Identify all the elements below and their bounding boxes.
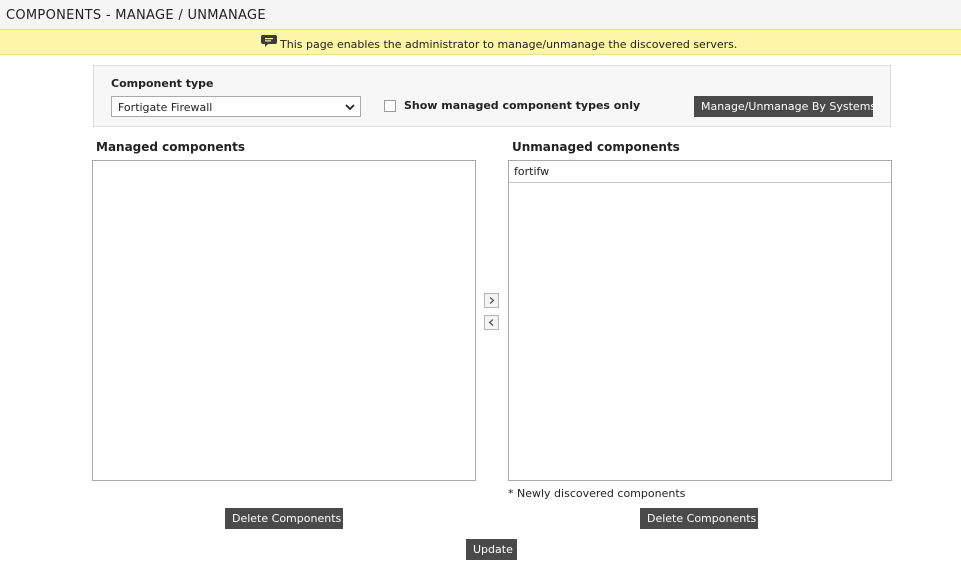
- move-to-unmanaged-button[interactable]: [484, 293, 499, 308]
- update-button[interactable]: Update: [466, 539, 517, 560]
- unmanaged-components-list[interactable]: fortifw: [508, 160, 892, 481]
- speech-bubble-icon: [261, 35, 277, 47]
- component-type-value: Fortigate Firewall: [118, 101, 213, 114]
- filter-panel: Component type Fortigate Firewall Show m…: [93, 65, 891, 127]
- chevron-left-icon: [488, 319, 494, 326]
- page-header: COMPONENTS - MANAGE / UNMANAGE: [0, 0, 961, 30]
- component-type-select[interactable]: Fortigate Firewall: [111, 96, 361, 117]
- page-title: COMPONENTS - MANAGE / UNMANAGE: [6, 8, 266, 23]
- delete-managed-components-button[interactable]: Delete Components: [225, 508, 343, 529]
- chevron-right-icon: [489, 297, 495, 304]
- show-managed-only-checkbox[interactable]: [384, 100, 396, 112]
- info-text: This page enables the administrator to m…: [280, 38, 738, 51]
- move-to-managed-button[interactable]: [484, 315, 499, 330]
- list-item[interactable]: fortifw: [509, 161, 891, 183]
- chevron-down-icon: [345, 104, 355, 111]
- managed-components-list[interactable]: [92, 160, 476, 481]
- unmanaged-components-title: Unmanaged components: [512, 140, 680, 154]
- info-bar: This page enables the administrator to m…: [0, 30, 961, 55]
- newly-discovered-footnote: * Newly discovered components: [508, 487, 686, 500]
- show-managed-only-label[interactable]: Show managed component types only: [404, 99, 640, 112]
- delete-unmanaged-components-button[interactable]: Delete Components: [640, 508, 758, 529]
- component-type-label: Component type: [111, 77, 214, 90]
- managed-components-title: Managed components: [96, 140, 245, 154]
- manage-by-systems-button[interactable]: Manage/Unmanage By Systems: [694, 96, 876, 117]
